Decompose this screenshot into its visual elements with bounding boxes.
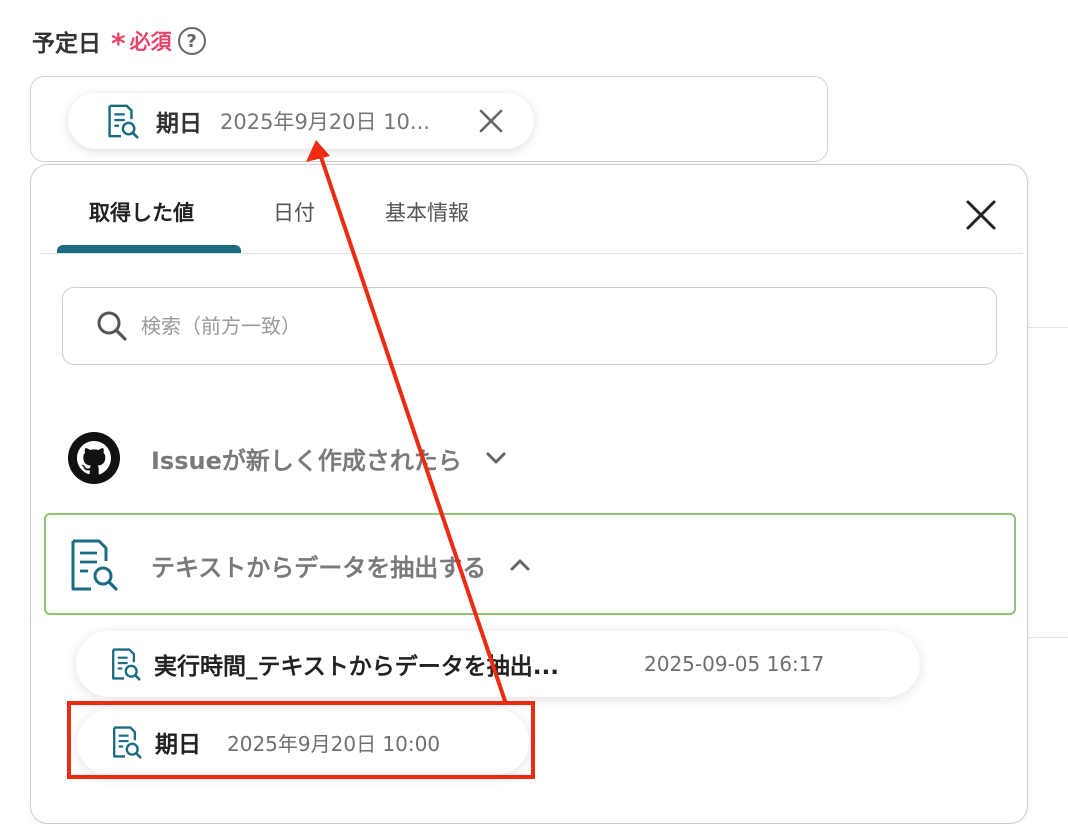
chip-name: 期日 (156, 111, 202, 137)
tab-basic-info[interactable]: 基本情報 (385, 197, 469, 227)
required-text: 必須 (129, 30, 172, 54)
chevron-up-icon (510, 559, 530, 571)
help-icon[interactable]: ? (177, 27, 206, 55)
tabs-divider (39, 253, 1023, 254)
selected-value-chip[interactable]: 期日 2025年9月20日 10... (68, 93, 534, 149)
tab-bar: 取得した値 日付 基本情報 (57, 165, 1023, 255)
item-name: 実行時間_テキストからデータを抽出... (154, 654, 560, 680)
active-tab-indicator (57, 245, 241, 253)
group-label: テキストからデータを抽出する (151, 553, 487, 582)
tab-retrieved-values[interactable]: 取得した値 (89, 197, 194, 227)
tab-date[interactable]: 日付 (273, 197, 315, 227)
close-panel-icon[interactable] (965, 199, 997, 231)
background-divider (1028, 637, 1068, 638)
document-search-icon (71, 539, 118, 591)
document-search-icon (108, 104, 139, 139)
remove-chip-icon[interactable] (478, 108, 504, 134)
search-input[interactable] (139, 313, 943, 339)
group-github-issue[interactable]: Issueが新しく作成されたら (67, 431, 508, 485)
list-item-execution-time[interactable]: 実行時間_テキストからデータを抽出... 2025-09-05 16:17 (76, 631, 920, 697)
field-label: 予定日 (32, 31, 101, 57)
group-text-extract[interactable]: テキストからデータを抽出する (65, 537, 532, 593)
group-label: Issueが新しく作成されたら (151, 446, 462, 475)
github-icon (68, 432, 120, 484)
field-label-row: 予定日 * 必須 ? (32, 24, 206, 58)
item-value: 2025-09-05 16:17 (644, 652, 825, 676)
chevron-down-icon (486, 452, 506, 464)
highlight-box (67, 701, 535, 779)
search-box (62, 287, 997, 365)
required-asterisk: * (111, 27, 126, 60)
document-search-icon (112, 648, 141, 681)
search-icon (97, 311, 127, 341)
chip-value: 2025年9月20日 10... (220, 110, 430, 134)
background-divider (1028, 327, 1068, 328)
